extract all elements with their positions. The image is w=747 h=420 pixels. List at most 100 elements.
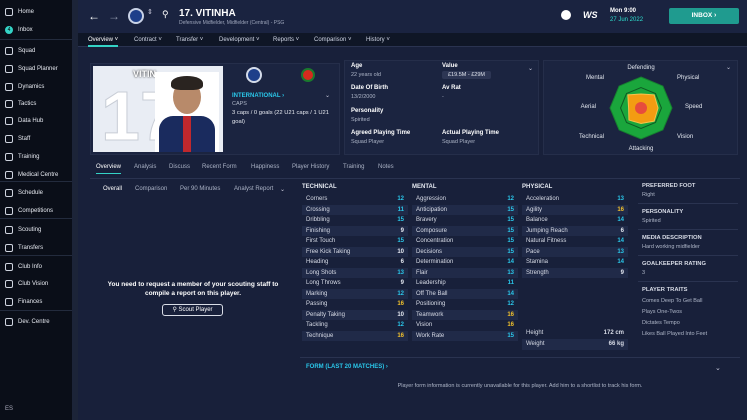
chevron-down-icon[interactable]: ⌄ xyxy=(528,65,533,72)
tab-contract[interactable]: Contract ˅ xyxy=(134,33,162,47)
analysis-tab-per-90-minutes[interactable]: Per 90 Minutes xyxy=(180,186,220,192)
chevron-down-icon[interactable]: ⌄ xyxy=(715,364,721,372)
mental-attr-row[interactable]: Flair 13 xyxy=(412,267,518,278)
tab-history[interactable]: History ˅ xyxy=(366,33,390,47)
mental-attr-row[interactable]: Vision 16 xyxy=(412,320,518,331)
technical-attr-row[interactable]: Technique 16 xyxy=(302,330,408,341)
mental-attr-row[interactable]: Anticipation 15 xyxy=(412,204,518,215)
sidebar-item-medical-centre[interactable]: Medical Centre xyxy=(5,169,73,181)
mental-attr-row[interactable]: Composure 15 xyxy=(412,225,518,236)
tab-comparison[interactable]: Comparison ˅ xyxy=(314,33,352,47)
chevron-down-icon[interactable]: ⌄ xyxy=(325,92,330,99)
sidebar-item-training[interactable]: Training xyxy=(5,151,73,163)
sidebar-item-competitions[interactable]: Competitions xyxy=(5,205,73,217)
sidebar-item-data-hub[interactable]: Data Hub xyxy=(5,115,73,127)
sidebar-item-transfers[interactable]: Transfers xyxy=(5,242,73,254)
mental-attr-row[interactable]: Aggression 12 xyxy=(412,194,518,205)
sidebar-item-club-info[interactable]: Club Info xyxy=(5,261,73,273)
sidebar-item-squad-planner[interactable]: Squad Planner xyxy=(5,63,73,75)
inbox-button[interactable]: INBOX › xyxy=(669,8,739,24)
technical-attr-row[interactable]: Long Shots 13 xyxy=(302,267,408,278)
back-arrow-icon[interactable]: ← xyxy=(88,9,100,23)
physical-attr-row[interactable]: Strength 9 xyxy=(522,267,628,278)
tab-overview[interactable]: Overview ˅ xyxy=(88,33,119,47)
subtab-player-history[interactable]: Player History xyxy=(292,164,329,170)
technical-attr-row[interactable]: Heading 6 xyxy=(302,257,408,268)
sidebar-item-home[interactable]: Home xyxy=(5,6,73,18)
mental-attr-row[interactable]: Teamwork 16 xyxy=(412,309,518,320)
search-icon[interactable]: ⚲ xyxy=(162,9,169,20)
sidebar-item-finances[interactable]: Finances xyxy=(5,296,73,308)
technical-attr-row[interactable]: Dribbling 15 xyxy=(302,215,408,226)
attr-name: Tackling xyxy=(306,322,328,329)
attr-name: Determination xyxy=(416,259,454,266)
sidebar-item-staff[interactable]: Staff xyxy=(5,133,73,145)
technical-attr-row[interactable]: Finishing 9 xyxy=(302,225,408,236)
technical-attr-row[interactable]: Corners 12 xyxy=(302,194,408,205)
value-value[interactable]: £19.5M - £29M xyxy=(442,71,491,79)
sidebar-icon xyxy=(5,263,13,271)
physical-attr-row[interactable]: Jumping Reach 6 xyxy=(522,225,628,236)
chevron-down-icon[interactable]: ⌄ xyxy=(726,64,731,71)
forward-arrow-icon[interactable]: → xyxy=(108,9,120,23)
tab-reports[interactable]: Reports ˅ xyxy=(273,33,299,47)
mental-attr-row[interactable]: Bravery 15 xyxy=(412,215,518,226)
mental-attr-row[interactable]: Positioning 12 xyxy=(412,299,518,310)
club-badge-icon[interactable] xyxy=(128,8,144,24)
chevron-down-icon[interactable]: ⌄ xyxy=(280,186,285,193)
form-header[interactable]: FORM (LAST 20 MATCHES) › xyxy=(306,364,388,370)
sidebar-item-dev-centre[interactable]: Dev. Centre xyxy=(5,316,73,328)
mental-attr-row[interactable]: Off The Ball 14 xyxy=(412,288,518,299)
club-logo-icon[interactable] xyxy=(246,67,262,83)
mental-attr-row[interactable]: Work Rate 15 xyxy=(412,330,518,341)
attr-value: 16 xyxy=(507,311,514,318)
analysis-tab-overall[interactable]: Overall xyxy=(103,186,122,192)
subtab-notes[interactable]: Notes xyxy=(378,164,394,170)
physical-attr-row[interactable]: Agility 16 xyxy=(522,204,628,215)
scout-player-button[interactable]: ⚲ Scout Player xyxy=(162,304,223,316)
subtab-discuss[interactable]: Discuss xyxy=(169,164,190,170)
physical-attr-row[interactable]: Acceleration 13 xyxy=(522,194,628,205)
analysis-tab-comparison[interactable]: Comparison xyxy=(135,186,167,192)
sidebar-item-dynamics[interactable]: Dynamics xyxy=(5,81,73,93)
technical-attr-row[interactable]: Crossing 11 xyxy=(302,204,408,215)
media-value: Hard working midfielder xyxy=(642,244,700,250)
sidebar-item-label: Scouting xyxy=(18,227,42,233)
physical-attr-row[interactable]: Pace 13 xyxy=(522,246,628,257)
physical-attr-row[interactable]: Stamina 14 xyxy=(522,257,628,268)
subtab-recent-form[interactable]: Recent Form xyxy=(202,164,237,170)
tab-development[interactable]: Development ˅ xyxy=(219,33,260,47)
mental-attr-row[interactable]: Determination 14 xyxy=(412,257,518,268)
info-panel: PREFERRED FOOT Right PERSONALITY Spirite… xyxy=(638,181,738,347)
club-switch-icon[interactable]: ⇕ xyxy=(147,8,153,16)
technical-attr-row[interactable]: Marking 12 xyxy=(302,288,408,299)
technical-attr-row[interactable]: Tackling 12 xyxy=(302,320,408,331)
ball-icon[interactable] xyxy=(561,10,571,20)
technical-attr-row[interactable]: Long Throws 9 xyxy=(302,278,408,289)
sidebar-item-scouting[interactable]: Scouting xyxy=(5,224,73,236)
sidebar-item-schedule[interactable]: Schedule xyxy=(5,187,73,199)
tab-transfer[interactable]: Transfer ˅ xyxy=(176,33,203,47)
subtab-analysis[interactable]: Analysis xyxy=(134,164,156,170)
attr-name: Finishing xyxy=(306,227,331,234)
physical-attr-row[interactable]: Natural Fitness 14 xyxy=(522,236,628,247)
technical-attr-row[interactable]: Passing 16 xyxy=(302,299,408,310)
sidebar-item-club-vision[interactable]: Club Vision xyxy=(5,278,73,290)
technical-attr-row[interactable]: Penalty Taking 10 xyxy=(302,309,408,320)
mental-attr-row[interactable]: Decisions 15 xyxy=(412,246,518,257)
attribute-radar: Defending Physical Speed Vision Attacking Tec… xyxy=(579,65,702,152)
analysis-tab-analyst-report[interactable]: Analyst Report xyxy=(234,186,273,192)
technical-attr-row[interactable]: Free Kick Taking 10 xyxy=(302,246,408,257)
sidebar-item-inbox[interactable]: 4 Inbox xyxy=(5,24,73,36)
sidebar-item-squad[interactable]: Squad xyxy=(5,45,73,57)
physical-attr-row[interactable]: Balance 14 xyxy=(522,215,628,226)
technical-attr-row[interactable]: First Touch 15 xyxy=(302,236,408,247)
mental-attr-row[interactable]: Concentration 15 xyxy=(412,236,518,247)
nation-flag-icon[interactable] xyxy=(301,68,315,82)
subtab-happiness[interactable]: Happiness xyxy=(251,164,279,170)
subtab-training[interactable]: Training xyxy=(343,164,364,170)
sidebar-item-tactics[interactable]: Tactics xyxy=(5,98,73,110)
mental-attr-row[interactable]: Leadership 11 xyxy=(412,278,518,289)
international-link[interactable]: INTERNATIONAL › xyxy=(232,93,284,99)
subtab-overview[interactable]: Overview xyxy=(96,164,122,174)
